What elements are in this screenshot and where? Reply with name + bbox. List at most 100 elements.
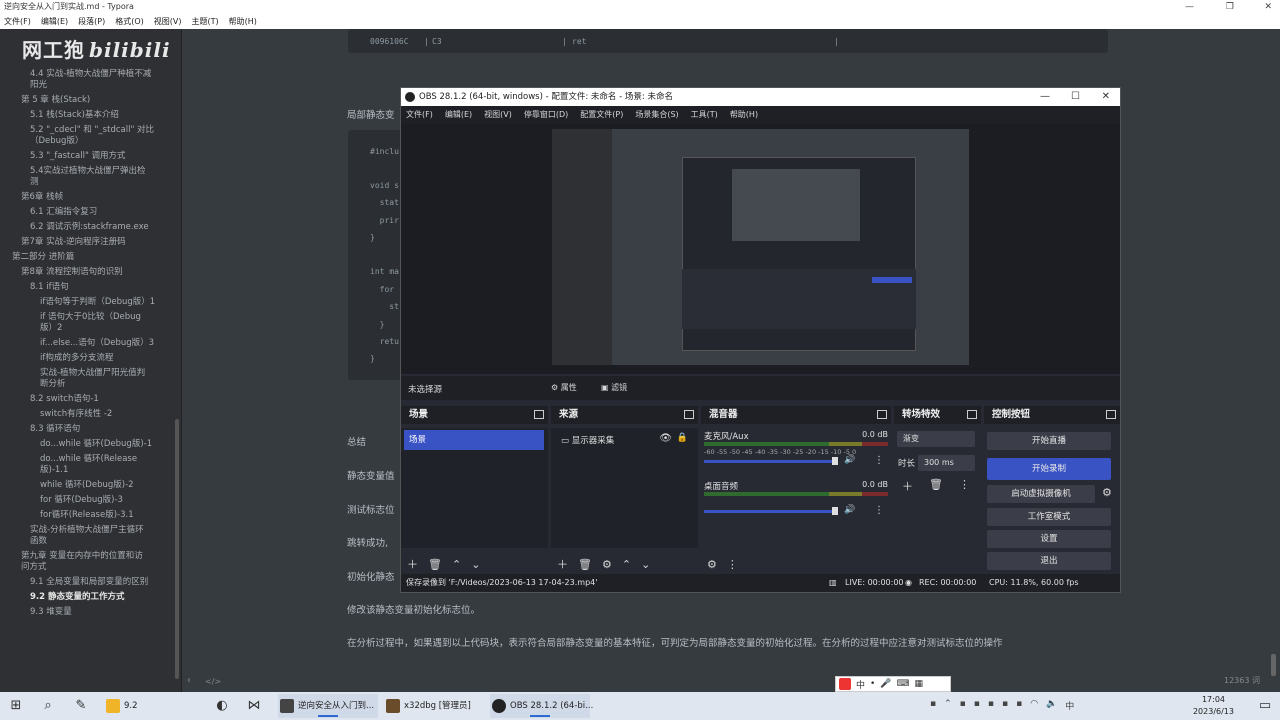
edge-icon[interactable]: ◐ <box>213 697 231 715</box>
search-icon[interactable]: ⌕ <box>39 697 57 715</box>
volume-icon[interactable]: 🔈 <box>1046 699 1057 712</box>
menu-paragraph[interactable]: 段落(P) <box>78 14 105 29</box>
notification-icon[interactable]: ▭ <box>1256 697 1274 715</box>
undock-icon[interactable] <box>967 410 977 419</box>
undock-icon[interactable] <box>877 410 887 419</box>
source-code-icon[interactable]: </> <box>205 677 221 686</box>
start-virtual-camera-button[interactable]: 启动虚拟摄像机 <box>987 485 1095 503</box>
filters-button[interactable]: ▣ 滤镜 <box>601 380 627 396</box>
more-icon[interactable]: ⋮ <box>959 478 970 494</box>
menu-view[interactable]: 视图(V) <box>154 14 182 29</box>
trash-icon[interactable]: 🗑 <box>929 478 943 494</box>
undock-icon[interactable] <box>1106 410 1116 419</box>
outline-item[interactable]: 9.2 静态变量的工作方式 <box>0 590 180 605</box>
outline-item[interactable]: 第6章 栈帧 <box>0 190 180 205</box>
grid-icon[interactable]: ▦ <box>915 679 924 689</box>
add-icon[interactable]: ＋ <box>407 556 418 572</box>
chevron-up-icon[interactable]: ⌃ <box>944 699 952 712</box>
outline-item[interactable]: while 循环(Debug版)-2 <box>0 478 180 493</box>
taskbar-app-folder[interactable]: 9.2 <box>104 694 200 718</box>
outline-item[interactable]: 4.4 实战-植物大战僵尸种植不减 阳光 <box>0 67 180 93</box>
taskbar-app-obs[interactable]: OBS 28.1.2 (64-bi... <box>490 694 593 718</box>
start-recording-button[interactable]: 开始录制 <box>987 458 1111 480</box>
mic-icon[interactable]: 🎤 <box>880 679 891 689</box>
outline-item[interactable]: for循环(Release版)-3.1 <box>0 508 180 523</box>
eye-icon[interactable]: 👁 <box>659 433 672 444</box>
add-icon[interactable]: ＋ <box>557 556 568 572</box>
start-streaming-button[interactable]: 开始直播 <box>987 432 1111 450</box>
preview-area[interactable] <box>401 124 1120 374</box>
punct-icon[interactable]: • <box>870 679 875 689</box>
outline-item[interactable]: for 循环(Debug版)-3 <box>0 493 180 508</box>
outline-item[interactable]: 5.3 "_fastcall" 调用方式 <box>0 149 180 164</box>
outline-item[interactable]: 6.1 汇编指令复习 <box>0 205 180 220</box>
outline-item[interactable]: switch有序线性 -2 <box>0 407 180 422</box>
settings-button[interactable]: 设置 <box>987 530 1111 548</box>
ime-toolbar[interactable]: 中 • 🎤 ⌨ ▦ <box>835 676 951 692</box>
exit-button[interactable]: 退出 <box>987 552 1111 570</box>
menu-file[interactable]: 文件(F) <box>4 14 31 29</box>
preview-canvas[interactable] <box>552 129 969 365</box>
outline-item[interactable]: do...while 循环(Release 版)-1.1 <box>0 452 180 478</box>
minimize-icon[interactable]: — <box>1185 0 1194 14</box>
notepad-icon[interactable]: ✎ <box>72 697 90 715</box>
outline-item[interactable]: 8.3 循环语句 <box>0 422 180 437</box>
ime-indicator[interactable]: 中 <box>1065 699 1074 712</box>
more-icon[interactable]: ⋮ <box>727 558 738 571</box>
outline-item[interactable]: 5.4实战过植物大战僵尸弹出检 测 <box>0 164 180 190</box>
menu-format[interactable]: 格式(O) <box>115 14 144 29</box>
close-icon[interactable]: ✕ <box>1102 88 1110 106</box>
transition-select[interactable]: 渐变 <box>897 431 975 447</box>
sidebar-scrollbar[interactable] <box>175 419 179 679</box>
outline-item[interactable]: if语句等于判断（Debug版）1 <box>0 295 180 310</box>
volume-slider[interactable] <box>704 460 838 463</box>
volume-slider[interactable] <box>704 510 838 513</box>
sources-list[interactable]: ▭ 显示器采集 👁 🔒 <box>551 428 698 548</box>
chevron-down-icon[interactable]: ⌄ <box>641 558 650 571</box>
taskbar-app-typora[interactable]: 逆向安全从入门到... <box>278 694 378 718</box>
windows-start-icon[interactable]: ⊞ <box>7 697 25 715</box>
menu-edit[interactable]: 编辑(E) <box>41 14 68 29</box>
speaker-icon[interactable]: 🔊 <box>844 505 855 515</box>
undock-icon[interactable] <box>684 410 694 419</box>
outline-item[interactable]: 第 5 章 栈(Stack) <box>0 93 180 108</box>
menu-docks[interactable]: 停靠窗口(D) <box>524 106 568 124</box>
outline-item[interactable]: 实战-植物大战僵尸阳光值判 断分析 <box>0 366 180 392</box>
outline-item[interactable]: 第二部分 进阶篇 <box>0 250 180 265</box>
outline-item[interactable]: 8.1 if语句 <box>0 280 180 295</box>
gear-icon[interactable]: ⚙ <box>707 558 717 571</box>
outline-item[interactable]: 5.1 栈(Stack)基本介绍 <box>0 108 180 123</box>
visual-studio-icon[interactable]: ⋈ <box>245 697 263 715</box>
outline-item[interactable]: 第九章 变量在内存中的位置和访 问方式 <box>0 549 180 575</box>
scenes-list[interactable]: 场景 <box>401 428 548 548</box>
back-icon[interactable]: ‹ <box>187 675 191 686</box>
tray-icon[interactable]: ▪ <box>1016 699 1022 712</box>
chevron-down-icon[interactable]: ⌄ <box>471 558 480 571</box>
trash-icon[interactable]: 🗑 <box>428 558 442 571</box>
ime-mode[interactable]: 中 <box>856 678 865 691</box>
keyboard-icon[interactable]: ⌨ <box>897 679 910 689</box>
speaker-icon[interactable]: 🔊 <box>844 455 855 465</box>
menu-edit[interactable]: 编辑(E) <box>445 106 472 124</box>
outline-item[interactable]: 5.2 "_cdecl" 和 "_stdcall" 对比 （Debug版） <box>0 123 180 149</box>
outline-item[interactable]: do...while 循环(Debug版)-1 <box>0 437 180 452</box>
menu-profile[interactable]: 配置文件(P) <box>580 106 623 124</box>
add-icon[interactable]: ＋ <box>902 478 913 494</box>
chevron-up-icon[interactable]: ⌃ <box>452 558 461 571</box>
clock[interactable]: 17:04 2023/6/13 <box>1193 694 1234 718</box>
tray-icon[interactable]: ▪ <box>930 699 936 712</box>
outline-item[interactable]: 9.3 堆变量 <box>0 605 180 620</box>
undock-icon[interactable] <box>534 410 544 419</box>
studio-mode-button[interactable]: 工作室模式 <box>987 508 1111 526</box>
outline-item[interactable]: 8.2 switch语句-1 <box>0 392 180 407</box>
outline-item[interactable]: if...else...语句（Debug版）3 <box>0 336 180 351</box>
outline-item[interactable]: if 语句大于0比较（Debug 版）2 <box>0 310 180 336</box>
word-count[interactable]: 12363 词 <box>1224 675 1260 686</box>
outline-item[interactable]: 第7章 实战-逆向程序注册码 <box>0 235 180 250</box>
slider-knob[interactable] <box>832 507 838 515</box>
menu-view[interactable]: 视图(V) <box>484 106 512 124</box>
duration-input[interactable]: 300 ms <box>918 455 975 471</box>
tray-icon[interactable]: ▪ <box>1002 699 1008 712</box>
menu-tools[interactable]: 工具(T) <box>691 106 718 124</box>
restore-icon[interactable]: ❐ <box>1226 0 1234 14</box>
